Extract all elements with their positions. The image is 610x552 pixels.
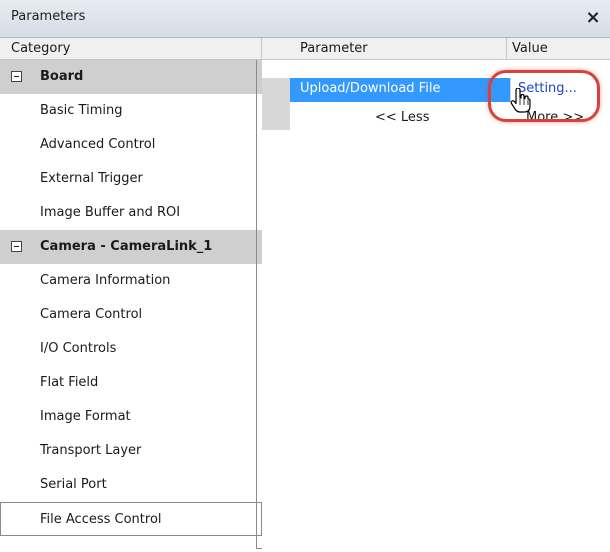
category-item-label: Image Format — [40, 409, 131, 424]
category-divider[interactable] — [256, 60, 257, 549]
category-item-label: Image Buffer and ROI — [40, 205, 181, 220]
category-item-label: External Trigger — [40, 171, 143, 186]
category-item-image-buffer-roi[interactable]: Image Buffer and ROI — [0, 196, 262, 230]
parameter-row-upload-download[interactable]: Upload/Download File — [290, 78, 510, 102]
category-item-label: Camera Control — [40, 307, 143, 322]
less-button[interactable]: << Less — [375, 110, 429, 125]
column-divider[interactable] — [506, 38, 507, 60]
collapse-icon[interactable] — [11, 71, 22, 82]
hand-pointer-icon — [510, 88, 531, 113]
category-group-label: Board — [40, 69, 84, 84]
category-item-file-access-control[interactable]: File Access Control — [0, 502, 262, 536]
category-item-basic-timing[interactable]: Basic Timing — [0, 94, 262, 128]
category-list: Board Basic Timing Advanced Control Exte… — [0, 60, 262, 536]
category-item-flat-field[interactable]: Flat Field — [0, 366, 262, 400]
category-item-label: Advanced Control — [40, 137, 156, 152]
category-item-external-trigger[interactable]: External Trigger — [0, 162, 262, 196]
category-item-label: Transport Layer — [40, 443, 142, 458]
category-header-label: Category — [11, 41, 71, 56]
parameter-name: Upload/Download File — [300, 81, 441, 96]
category-item-camera-control[interactable]: Camera Control — [0, 298, 262, 332]
value-column-header[interactable]: Value — [512, 41, 548, 56]
category-item-label: File Access Control — [40, 512, 162, 527]
category-column-header[interactable]: Category — [0, 38, 262, 60]
category-item-camera-information[interactable]: Camera Information — [0, 264, 262, 298]
category-item-label: Basic Timing — [40, 103, 123, 118]
category-divider-bottom — [256, 548, 262, 549]
category-group-camera[interactable]: Camera - CameraLink_1 — [0, 230, 262, 264]
close-icon[interactable]: × — [582, 7, 604, 29]
category-group-board[interactable]: Board — [0, 60, 262, 94]
window-title: Parameters — [11, 9, 86, 24]
parameter-gutter — [262, 78, 290, 130]
category-item-io-controls[interactable]: I/O Controls — [0, 332, 262, 366]
category-item-advanced-control[interactable]: Advanced Control — [0, 128, 262, 162]
category-item-image-format[interactable]: Image Format — [0, 400, 262, 434]
category-item-label: Camera Information — [40, 273, 171, 288]
collapse-icon[interactable] — [11, 241, 22, 252]
title-bar: Parameters × — [0, 0, 610, 38]
parameter-column-headers: Parameter Value — [262, 38, 610, 60]
category-group-label: Camera - CameraLink_1 — [40, 239, 213, 254]
category-item-transport-layer[interactable]: Transport Layer — [0, 434, 262, 468]
category-item-serial-port[interactable]: Serial Port — [0, 468, 262, 502]
category-item-label: I/O Controls — [40, 341, 117, 356]
category-item-label: Serial Port — [40, 477, 107, 492]
category-item-label: Flat Field — [40, 375, 99, 390]
parameter-column-header[interactable]: Parameter — [300, 41, 368, 56]
callout-highlight — [488, 70, 600, 122]
